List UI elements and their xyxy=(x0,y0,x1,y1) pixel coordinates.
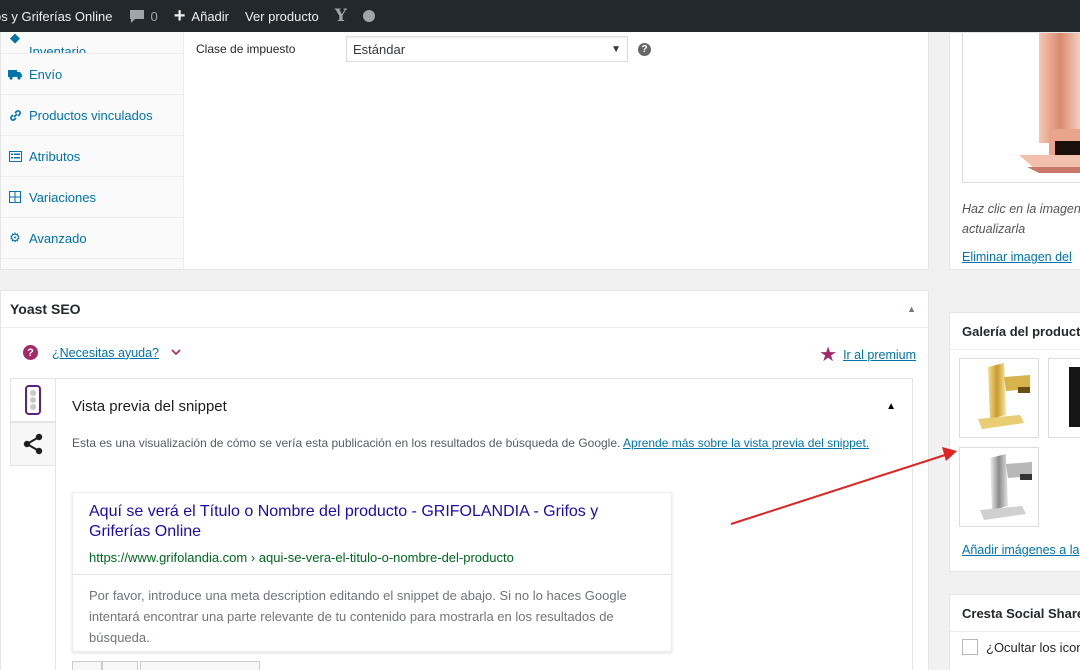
hide-icons-label: ¿Ocultar los icono xyxy=(986,639,1080,655)
comments-count: 0 xyxy=(150,8,158,24)
add-new-label: Añadir xyxy=(191,8,229,24)
add-gallery-images-link[interactable]: Añadir imágenes a la xyxy=(962,543,1079,557)
tab-label: Variaciones xyxy=(29,189,96,205)
collapse-arrow-icon[interactable]: ▲ xyxy=(907,304,916,314)
featured-image-box: Haz clic en la imagen actualizarla Elimi… xyxy=(949,32,1080,270)
hide-icons-checkbox[interactable] xyxy=(962,639,978,655)
social-tab[interactable] xyxy=(10,422,56,466)
comment-icon xyxy=(129,9,144,23)
yoast-help-row: ? ¿Necesitas ayuda? xyxy=(23,345,181,360)
product-data-tabs: ◆ Inventario Envío Productos vinculados … xyxy=(1,32,184,269)
tab-variaciones[interactable]: Variaciones xyxy=(1,177,183,218)
chevron-down-icon[interactable] xyxy=(171,347,181,359)
link-icon xyxy=(7,108,23,122)
admin-bar-site-name[interactable]: os y Griferías Online xyxy=(0,0,121,32)
tab-inventario[interactable]: ◆ Inventario xyxy=(1,32,183,54)
learn-more-link[interactable]: Aprende más sobre la vista previa del sn… xyxy=(623,436,869,450)
mobile-preview-button[interactable] xyxy=(72,661,102,670)
yoast-side-tabs xyxy=(10,378,56,466)
admin-bar-comments[interactable]: 0 xyxy=(121,0,166,32)
featured-image-note: Haz clic en la imagen actualizarla xyxy=(962,199,1080,239)
chrome-faucet-image xyxy=(980,454,1032,520)
google-preview-meta: Por favor, introduce una meta descriptio… xyxy=(89,588,627,645)
social-share-title[interactable]: Cresta Social Share xyxy=(950,595,1080,632)
snippet-preview-header[interactable]: Vista previa del snippet ▲ xyxy=(56,379,912,434)
snippet-preview-title: Vista previa del snippet xyxy=(72,398,227,415)
rose-gold-faucet-image xyxy=(1019,33,1080,173)
social-share-box: Cresta Social Share ¿Ocultar los icono xyxy=(949,594,1080,670)
tab-label: Inventario xyxy=(29,44,87,54)
need-help-link[interactable]: ¿Necesitas ayuda? xyxy=(52,346,159,360)
tab-label: Atributos xyxy=(29,148,81,164)
share-icon xyxy=(23,433,43,455)
yoast-panel-header[interactable]: Yoast SEO ▲ xyxy=(1,291,928,328)
tab-label: Envío xyxy=(29,66,63,82)
status-dot-icon xyxy=(362,10,375,22)
tab-envio[interactable]: Envío xyxy=(1,54,183,95)
gallery-thumb-gold[interactable] xyxy=(959,358,1039,438)
gallery-thumb-chrome[interactable] xyxy=(959,447,1039,527)
google-preview-head: Aquí se verá el Título o Nombre del prod… xyxy=(73,493,671,575)
admin-bar: os y Griferías Online 0 + Añadir Ver pro… xyxy=(0,0,1080,32)
gear-icon: ⚙ xyxy=(9,230,21,245)
tab-productos-vinculados[interactable]: Productos vinculados xyxy=(1,95,183,136)
admin-bar-view-product[interactable]: Ver producto xyxy=(237,0,327,32)
edit-snippet-button[interactable] xyxy=(140,661,260,670)
snippet-preview-section: Vista previa del snippet ▲ Esta es una v… xyxy=(55,378,913,670)
google-preview-url: https://www.grifolandia.com › aqui-se-ve… xyxy=(89,550,514,565)
dropdown-arrow-icon: ▼ xyxy=(611,43,621,55)
snippet-description: Esta es una visualización de cómo se ver… xyxy=(72,434,892,453)
yoast-seo-panel: Yoast SEO ▲ ? ¿Necesitas ayuda? ★ Ir al … xyxy=(0,290,929,670)
plus-icon: + xyxy=(173,5,186,27)
help-icon[interactable]: ? xyxy=(638,42,651,56)
google-preview-card[interactable]: Aquí se verá el Título o Nombre del prod… xyxy=(72,492,672,652)
desktop-preview-button[interactable] xyxy=(102,661,138,670)
yoast-panel-title: Yoast SEO xyxy=(10,301,81,317)
gallery-thumb-black[interactable] xyxy=(1048,358,1080,438)
tax-class-value: Estándar xyxy=(353,41,406,57)
black-faucet-image xyxy=(1069,367,1080,427)
truck-icon xyxy=(7,67,23,81)
featured-image[interactable] xyxy=(962,33,1080,183)
snippet-description-text: Esta es una visualización de cómo se ver… xyxy=(72,436,621,450)
product-gallery-title[interactable]: Galería del product xyxy=(950,313,1080,350)
gold-faucet-image xyxy=(978,363,1030,429)
tax-class-row: Clase de impuesto Estándar ▼ ? xyxy=(196,36,651,62)
featured-image-note-line1: Haz clic en la imagen xyxy=(962,202,1080,216)
tax-class-select[interactable]: Estándar ▼ xyxy=(346,36,628,62)
product-data-panel: ◆ Inventario Envío Productos vinculados … xyxy=(0,32,929,270)
remove-featured-image-link[interactable]: Eliminar imagen del xyxy=(962,250,1072,264)
traffic-light-icon xyxy=(25,385,41,415)
tab-label: Productos vinculados xyxy=(29,107,153,123)
featured-image-note-line2: actualizarla xyxy=(962,222,1026,236)
premium-row: ★ Ir al premium xyxy=(819,345,916,365)
hide-icons-row: ¿Ocultar los icono xyxy=(962,639,1080,655)
product-gallery-box: Galería del product Añadir imágenes a la xyxy=(949,312,1080,572)
admin-bar-status[interactable] xyxy=(355,0,383,32)
tab-label: Avanzado xyxy=(29,230,87,246)
admin-bar-add-new[interactable]: + Añadir xyxy=(166,0,237,32)
seo-analysis-tab[interactable] xyxy=(10,378,56,422)
question-icon: ? xyxy=(23,345,38,360)
preview-mode-buttons xyxy=(72,661,260,670)
admin-bar-yoast[interactable]: Y xyxy=(327,0,355,32)
list-icon xyxy=(7,149,23,163)
go-premium-link[interactable]: Ir al premium xyxy=(843,348,916,362)
star-icon: ★ xyxy=(819,344,838,366)
grid-icon xyxy=(7,190,23,204)
yoast-logo-icon: Y xyxy=(334,6,347,26)
google-preview-title[interactable]: Aquí se verá el Título o Nombre del prod… xyxy=(89,502,655,542)
tax-class-label: Clase de impuesto xyxy=(196,42,296,56)
tab-avanzado[interactable]: ⚙ Avanzado xyxy=(1,218,183,259)
collapse-arrow-icon[interactable]: ▲ xyxy=(886,401,896,412)
tab-atributos[interactable]: Atributos xyxy=(1,136,183,177)
diamond-icon: ◆ xyxy=(10,32,20,45)
